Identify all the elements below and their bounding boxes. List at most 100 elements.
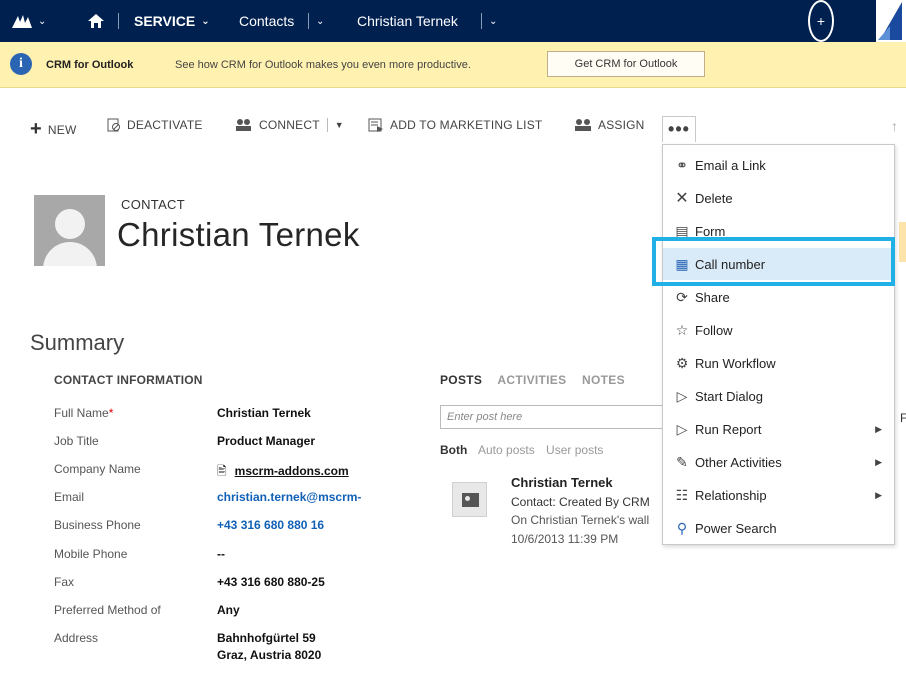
call-number-icon: ▦ — [675, 255, 689, 272]
field-value-mobile-phone[interactable]: -- — [217, 547, 225, 561]
field-value-email[interactable]: christian.ternek@mscrm- — [217, 490, 361, 504]
partial-side-panel — [899, 222, 906, 262]
filter-user-posts[interactable]: User posts — [546, 443, 603, 457]
home-button[interactable] — [88, 0, 104, 42]
close-icon: ✕ — [675, 190, 689, 207]
field-value-company-name[interactable]: 🖹 mscrm-addons.com — [217, 462, 349, 483]
account-icon: 🖹 — [217, 464, 227, 478]
post-author[interactable]: Christian Ternek — [511, 475, 613, 490]
add-to-marketing-list-label: ADD TO MARKETING LIST — [390, 118, 543, 132]
post-filters: Both Auto posts User posts — [440, 443, 611, 457]
field-value-full-name[interactable]: Christian Ternek — [217, 406, 311, 420]
field-value-address-line1[interactable]: Bahnhofgürtel 59 — [217, 631, 316, 645]
menu-item-label: Share — [695, 289, 730, 305]
share-icon: ⟳ — [676, 288, 688, 305]
menu-item-label: Relationship — [695, 487, 767, 503]
menu-item-label: Run Workflow — [695, 355, 776, 371]
dialog-icon: ▷ — [676, 387, 688, 404]
post-timestamp: 10/6/2013 11:39 PM — [511, 532, 619, 546]
field-value-address-line2[interactable]: Graz, Austria 8020 — [217, 648, 321, 662]
new-button[interactable]: + NEW — [30, 118, 77, 141]
more-commands-button[interactable]: ••• — [662, 116, 696, 142]
nav-divider — [481, 13, 482, 29]
notification-message: See how CRM for Outlook makes you even m… — [175, 59, 471, 71]
nav-contacts-label: Contacts — [239, 13, 295, 29]
contact-avatar[interactable] — [34, 195, 105, 266]
link-icon: ⚭ — [676, 156, 688, 173]
activities-icon: ✎ — [676, 453, 688, 470]
menu-item-share[interactable]: ⟳ Share — [663, 281, 894, 313]
record-title: Christian Ternek — [117, 216, 360, 253]
chevron-down-icon: ⌄ — [316, 15, 325, 27]
full-name-label-text: Full Name — [54, 406, 109, 420]
menu-item-power-search[interactable]: ⚲ Power Search — [663, 512, 894, 544]
home-icon — [88, 14, 104, 28]
menu-item-label: Delete — [695, 190, 733, 206]
dynamics-logo-menu[interactable]: ⌄ — [12, 0, 46, 42]
post-input[interactable]: Enter post here — [440, 405, 670, 429]
menu-item-run-workflow[interactable]: ⚙ Run Workflow — [663, 347, 894, 379]
menu-item-delete[interactable]: ✕ Delete — [663, 182, 894, 214]
menu-item-label: Start Dialog — [695, 388, 763, 404]
deactivate-icon — [107, 118, 120, 132]
field-label-business-phone: Business Phone — [54, 518, 141, 532]
new-label: NEW — [47, 122, 77, 137]
create-new-button[interactable]: + — [808, 0, 834, 42]
connect-label: CONNECT — [259, 118, 320, 132]
entity-type-label: CONTACT — [121, 197, 185, 212]
deactivate-button[interactable]: DEACTIVATE — [107, 118, 203, 132]
menu-item-start-dialog[interactable]: ▷ Start Dialog — [663, 380, 894, 412]
nav-divider — [308, 13, 309, 29]
filter-both[interactable]: Both — [440, 443, 467, 457]
plus-icon: + — [30, 118, 42, 140]
assign-button[interactable]: ASSIGN — [574, 118, 645, 132]
submenu-arrow-icon: ▶ — [875, 423, 882, 434]
nav-record-link[interactable]: Christian Ternek — [357, 0, 458, 42]
field-value-preferred-method[interactable]: Any — [217, 603, 240, 617]
chevron-down-icon: ⌄ — [489, 15, 498, 27]
nav-contacts-link[interactable]: Contacts — [239, 0, 294, 42]
menu-item-form[interactable]: ▤ Form — [663, 215, 894, 247]
field-value-job-title[interactable]: Product Manager — [217, 434, 315, 448]
get-crm-for-outlook-button[interactable]: Get CRM for Outlook — [547, 51, 705, 77]
filter-auto-posts[interactable]: Auto posts — [478, 443, 535, 457]
nav-contacts-dropdown[interactable]: ⌄ — [316, 0, 324, 42]
menu-item-relationship[interactable]: ☷ Relationship ▶ — [663, 479, 894, 511]
nav-service-menu[interactable]: SERVICE ⌄ — [134, 0, 210, 42]
menu-item-call-number[interactable]: ▦ Call number — [663, 248, 894, 280]
connect-button[interactable]: CONNECT ▼ — [235, 118, 344, 132]
top-navigation-bar: ⌄ SERVICE ⌄ Contacts ⌄ Christian Ternek … — [0, 0, 906, 42]
connect-dropdown-icon[interactable]: ▼ — [335, 120, 344, 130]
relationship-icon: ☷ — [675, 486, 689, 503]
deactivate-label: DEACTIVATE — [127, 118, 203, 132]
menu-item-label: Run Report — [695, 421, 762, 437]
contact-card-icon — [452, 482, 487, 517]
connect-icon — [236, 119, 251, 131]
plus-icon: + — [816, 13, 826, 29]
add-to-marketing-list-button[interactable]: ADD TO MARKETING LIST — [368, 118, 542, 132]
tab-activities[interactable]: ACTIVITIES — [497, 373, 566, 387]
field-label-address: Address — [54, 631, 99, 645]
avatar-head — [55, 209, 85, 239]
field-value-fax[interactable]: +43 316 680 880-25 — [217, 575, 325, 589]
command-bar: + NEW DEACTIVATE CONNECT ▼ ADD TO MARKET… — [0, 112, 906, 144]
nav-service-label: SERVICE — [134, 13, 196, 29]
menu-item-other-activities[interactable]: ✎ Other Activities ▶ — [663, 446, 894, 478]
tab-notes[interactable]: NOTES — [582, 373, 625, 387]
split-divider — [326, 118, 328, 132]
menu-item-run-report[interactable]: ▷ Run Report ▶ — [663, 413, 894, 445]
menu-item-label: Call number — [695, 256, 766, 272]
field-value-business-phone[interactable]: +43 316 680 880 16 — [217, 518, 324, 532]
nav-record-dropdown[interactable]: ⌄ — [489, 0, 497, 42]
submenu-arrow-icon: ▶ — [875, 489, 882, 500]
field-label-email: Email — [54, 490, 85, 504]
avatar-body — [43, 242, 97, 266]
field-label-full-name: Full Name* — [54, 406, 113, 420]
collapse-header-arrow-icon[interactable]: ↑ — [891, 118, 898, 134]
company-link[interactable]: mscrm-addons.com — [235, 464, 349, 478]
notification-title: CRM for Outlook — [46, 59, 134, 71]
tab-posts[interactable]: POSTS — [440, 373, 482, 387]
partial-text: F — [900, 411, 906, 425]
menu-item-follow[interactable]: ☆ Follow — [663, 314, 894, 346]
menu-item-email-a-link[interactable]: ⚭ Email a Link — [663, 149, 894, 181]
